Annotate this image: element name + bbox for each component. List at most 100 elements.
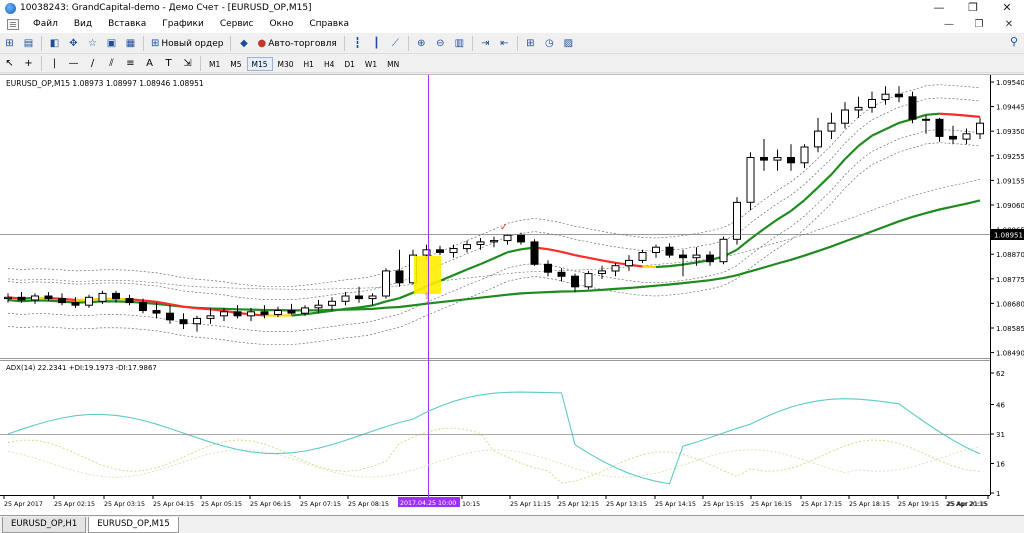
bar-chart-icon[interactable]: ┇ xyxy=(349,36,366,52)
timeframe-d1[interactable]: D1 xyxy=(339,57,360,71)
timeframe-mn[interactable]: MN xyxy=(382,57,404,71)
fast-ma-segment xyxy=(669,263,684,268)
close-button[interactable]: ✕ xyxy=(990,0,1024,16)
label-icon[interactable]: T xyxy=(160,56,177,72)
navigator-icon[interactable]: ✥ xyxy=(65,36,82,52)
time-label: 25 Apr 2017 xyxy=(4,501,43,508)
toolbar-separator xyxy=(230,36,232,51)
candle-body xyxy=(611,265,620,272)
metaeditor-icon[interactable]: ◆ xyxy=(235,36,252,52)
profiles-icon[interactable]: ▤ xyxy=(20,36,37,52)
market-watch-icon[interactable]: ◧ xyxy=(46,36,63,52)
time-label: 10:15 xyxy=(462,501,480,508)
candle-body xyxy=(962,133,971,140)
adx-scale-label: 1 xyxy=(996,490,1000,498)
menu-charts[interactable]: Графики xyxy=(154,16,212,33)
horizontal-line-icon[interactable]: — xyxy=(65,56,82,72)
menu-tools[interactable]: Сервис xyxy=(212,16,262,33)
timeframe-h1[interactable]: H1 xyxy=(299,57,319,71)
fast-ma-segment xyxy=(966,114,981,118)
menu-file[interactable]: Файл xyxy=(25,16,66,33)
data-window-icon[interactable]: ☆ xyxy=(84,36,101,52)
candle-body xyxy=(301,307,309,314)
menu-help[interactable]: Справка xyxy=(301,16,357,33)
auto-scroll-icon[interactable]: ⇥ xyxy=(477,36,494,52)
candle-body xyxy=(463,244,471,250)
maximize-button[interactable]: ❐ xyxy=(956,0,990,16)
autotrading-label: Авто-торговля xyxy=(268,38,337,49)
timeframe-m5[interactable]: M5 xyxy=(225,57,246,71)
trendline-icon[interactable]: / xyxy=(84,56,101,72)
candle-body xyxy=(530,241,539,265)
candlestick-icon[interactable]: ┃ xyxy=(368,36,385,52)
price-chart[interactable]: ⇧ ✓ EURUSD_OP,M15 1.08973 1.08997 1.0894… xyxy=(0,75,1024,516)
periods-icon[interactable]: ◷ xyxy=(541,36,558,52)
chart-window-controls: — ❐ ✕ xyxy=(934,16,1024,33)
candle-body xyxy=(355,295,363,300)
cursor-icon[interactable]: ↖ xyxy=(1,56,18,72)
vertical-line-icon[interactable]: | xyxy=(46,56,63,72)
chart-close-button[interactable]: ✕ xyxy=(994,16,1024,33)
line-chart-icon[interactable]: ⟋ xyxy=(387,36,404,52)
price-label: 1.08870 xyxy=(996,251,1024,259)
fast-ma-segment xyxy=(952,113,967,117)
timeframe-h4[interactable]: H4 xyxy=(319,57,339,71)
crosshair-icon[interactable]: + xyxy=(20,56,37,72)
terminal-icon[interactable]: ▣ xyxy=(103,36,120,52)
candle-body xyxy=(557,271,566,277)
chart-window[interactable]: ⇧ ✓ EURUSD_OP,M15 1.08973 1.08997 1.0894… xyxy=(0,74,1024,515)
channel-icon[interactable]: ⫽ xyxy=(103,56,120,72)
strategy-tester-icon[interactable]: ▦ xyxy=(122,36,139,52)
timeframe-w1[interactable]: W1 xyxy=(360,57,382,71)
tile-windows-icon[interactable]: ▥ xyxy=(451,36,468,52)
indicators-icon[interactable]: ⊞ xyxy=(522,36,539,52)
time-label: 25 Apr 05:15 xyxy=(201,501,242,508)
zoom-in-icon[interactable]: ⊕ xyxy=(413,36,430,52)
app-icon xyxy=(5,2,16,14)
price-scale[interactable]: 1.09540 1.09445 1.09350 1.09255 1.09155 1.090… xyxy=(990,79,1024,358)
toolbar-separator xyxy=(143,36,144,51)
candle-body xyxy=(4,296,12,300)
adx-scale: 62 46 31 16 1 xyxy=(990,370,1005,498)
minimize-button[interactable]: — xyxy=(922,0,956,16)
menu-view[interactable]: Вид xyxy=(66,16,100,33)
candle-body xyxy=(233,311,242,317)
candle-body xyxy=(760,157,768,161)
time-label: 25 Apr 07:15 xyxy=(300,501,341,508)
time-label: 25 Apr 17:15 xyxy=(801,501,842,508)
timeframe-m15[interactable]: M15 xyxy=(246,56,273,71)
text-icon[interactable]: A xyxy=(141,56,158,72)
candle-body xyxy=(382,270,390,297)
timeframe-m1[interactable]: M1 xyxy=(204,57,225,71)
window-title: 10038243: GrandCapital-demo - Демо Счет … xyxy=(20,3,312,13)
autotrading-button[interactable]: ● Авто-торговля xyxy=(254,36,339,52)
candle-body xyxy=(436,249,444,253)
fibonacci-icon[interactable]: ≡ xyxy=(122,56,139,72)
tab-eurusd-m15[interactable]: EURUSD_OP,M15 xyxy=(88,517,179,533)
time-label: 25 Apr 04:15 xyxy=(153,501,194,508)
zoom-out-icon[interactable]: ⊖ xyxy=(432,36,449,52)
menu-insert[interactable]: Вставка xyxy=(100,16,154,33)
tab-eurusd-h1[interactable]: EURUSD_OP,H1 xyxy=(2,517,87,533)
candle-body xyxy=(638,252,647,261)
chart-minimize-button[interactable]: — xyxy=(934,16,964,33)
arrows-icon[interactable]: ⇲ xyxy=(179,56,196,72)
candle-body xyxy=(247,311,255,317)
chart-document-icon[interactable] xyxy=(7,19,19,30)
candle-body xyxy=(935,118,944,137)
chart-restore-button[interactable]: ❐ xyxy=(964,16,994,33)
time-scale[interactable]: 25 Apr 2017 25 Apr 02:15 25 Apr 03:15 25 Ap… xyxy=(3,495,989,508)
search-icon[interactable]: ⚲ xyxy=(1010,35,1018,48)
candle-body xyxy=(692,254,701,259)
candle-body xyxy=(598,270,606,274)
chart-tabs: EURUSD_OP,H1 EURUSD_OP,M15 xyxy=(0,515,1024,533)
menu-window[interactable]: Окно xyxy=(261,16,301,33)
templates-icon[interactable]: ▨ xyxy=(560,36,577,52)
new-chart-icon[interactable]: ⊞ xyxy=(1,36,18,52)
adx-subwindow xyxy=(0,360,990,494)
price-label: 1.08490 xyxy=(996,350,1024,358)
new-order-button[interactable]: ⊞ Новый ордер xyxy=(148,36,226,52)
chart-shift-icon[interactable]: ⇤ xyxy=(496,36,513,52)
timeframe-m30[interactable]: M30 xyxy=(273,57,299,71)
candle-body xyxy=(490,240,498,243)
